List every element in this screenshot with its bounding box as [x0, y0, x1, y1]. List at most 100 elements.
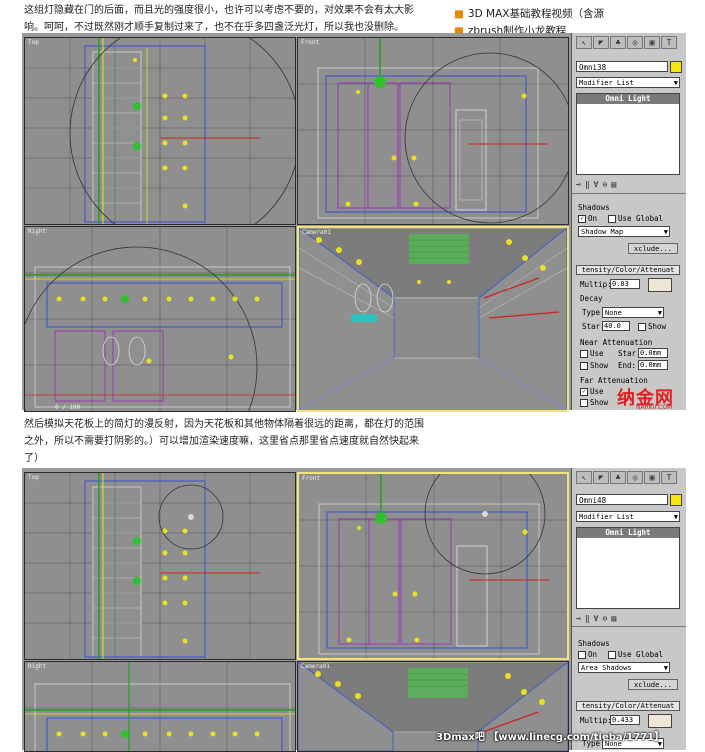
decay-type-dropdown[interactable]: None ▼: [602, 307, 664, 318]
near-use-checkbox[interactable]: Use: [580, 349, 604, 358]
stack-item[interactable]: Omni Light: [577, 94, 679, 104]
article-paragraph-2-line-1: 然后模拟天花板上的简灯的漫反射，因为天花板和其他物体隔着很远的距离，都在灯的范围: [24, 419, 424, 430]
object-color-swatch[interactable]: [670, 494, 682, 506]
article-paragraph-2-line-2: 之外，所以不需要打阴影的。）可以增加渲染速度嘛，这里省点那里省点速度就自然快起来: [24, 436, 419, 447]
object-name-field[interactable]: Omni48: [576, 494, 668, 505]
checkbox-icon: [580, 399, 588, 407]
intensity-rollout-header[interactable]: tensity/Color/Attenuat: [576, 701, 680, 711]
checkbox-checked-icon: ✓: [578, 215, 586, 223]
decay-group-label: Decay: [580, 294, 603, 303]
use-global-checkbox[interactable]: Use Global: [608, 650, 663, 659]
intensity-rollout-header[interactable]: tensity/Color/Attenuat: [576, 265, 680, 275]
multiplier-label: Multip:: [580, 280, 612, 289]
multiplier-input[interactable]: 0.03: [610, 279, 640, 289]
decay-type-label: Type: [582, 308, 601, 317]
shadows-group-label: Shadows: [578, 203, 610, 212]
checkbox-icon: [638, 323, 646, 331]
remove-modifier-icon[interactable]: ⊖: [602, 614, 607, 625]
far-show-checkbox[interactable]: Show: [580, 398, 608, 407]
create-tab-icon[interactable]: ↖: [576, 471, 592, 484]
stack-toolbar: ⊸ ‖ ∀ ⊖ ▤: [576, 180, 680, 191]
camera-view-drawing: [299, 228, 567, 410]
utilities-tab-icon[interactable]: T: [661, 36, 677, 49]
dropdown-arrow-icon: ▼: [673, 79, 678, 87]
near-start-input[interactable]: 0.0mm: [638, 348, 668, 358]
make-unique-icon[interactable]: ∀: [594, 180, 599, 191]
modifier-stack[interactable]: Omni Light: [576, 527, 680, 609]
sidebar-link-1[interactable]: ■ 3D MAX基础教程视频（含源: [454, 6, 604, 21]
show-end-result-icon[interactable]: ‖: [585, 614, 590, 625]
command-panel-tabs: ↖ ◤ ♣ ◎ ▣ T: [576, 471, 677, 485]
near-start-label: Star: [618, 349, 637, 358]
modify-tab-icon[interactable]: ◤: [593, 36, 609, 49]
shadow-type-dropdown[interactable]: Area Shadows ▼: [578, 662, 670, 673]
exclude-button[interactable]: xclude...: [628, 679, 678, 690]
motion-tab-icon[interactable]: ◎: [627, 471, 643, 484]
top-view-drawing: [25, 473, 295, 659]
viewport-label: Camera01: [301, 663, 330, 670]
shadows-on-checkbox[interactable]: ✓ On: [578, 214, 597, 223]
object-name-field[interactable]: Omni38: [576, 61, 668, 72]
decay-show-checkbox[interactable]: Show: [638, 322, 666, 331]
pin-stack-icon[interactable]: ⊸: [576, 180, 581, 191]
multiplier-input[interactable]: 0.433: [610, 715, 640, 725]
article-paragraph-2: 然后模拟天花板上的简灯的漫反射，因为天花板和其他物体隔着很远的距离，都在灯的范围…: [24, 416, 424, 467]
near-show-checkbox[interactable]: Show: [580, 361, 608, 370]
command-panel: ↖ ◤ ♣ ◎ ▣ T Omni38 Modifier List ▼ Omni L…: [571, 33, 686, 410]
stack-item[interactable]: Omni Light: [577, 528, 679, 538]
far-use-checkbox[interactable]: ✓ Use: [580, 387, 604, 396]
viewport-label: Front: [302, 475, 321, 482]
checkbox-icon: [580, 362, 588, 370]
viewport-label: Top: [28, 474, 39, 481]
viewport-right[interactable]: Right: [24, 661, 296, 752]
display-tab-icon[interactable]: ▣: [644, 471, 660, 484]
configure-sets-icon[interactable]: ▤: [611, 614, 616, 625]
article-paragraph-1-line-1: 这组灯隐藏在门的后面，而且光的强度很小，也许可以考虑不要的，对效果不会有太大影: [24, 5, 414, 16]
exclude-button[interactable]: xclude...: [628, 243, 678, 254]
front-view-drawing: [298, 38, 568, 224]
viewport-right[interactable]: Right 0 / 100: [24, 226, 296, 412]
motion-tab-icon[interactable]: ◎: [627, 36, 643, 49]
shadows-on-checkbox[interactable]: On: [578, 650, 597, 659]
shadows-group-label: Shadows: [578, 639, 610, 648]
top-view-drawing: [25, 38, 295, 224]
viewport-top[interactable]: Top: [24, 37, 296, 225]
display-tab-icon[interactable]: ▣: [644, 36, 660, 49]
viewport-camera[interactable]: Camera01: [297, 226, 569, 412]
pin-stack-icon[interactable]: ⊸: [576, 614, 581, 625]
configure-sets-icon[interactable]: ▤: [611, 180, 616, 191]
use-global-checkbox[interactable]: Use Global: [608, 214, 663, 223]
checkbox-icon: [578, 651, 586, 659]
light-color-swatch[interactable]: [648, 714, 672, 728]
modify-tab-icon[interactable]: ◤: [593, 471, 609, 484]
light-color-swatch[interactable]: [648, 278, 672, 292]
modifier-list-dropdown[interactable]: Modifier List ▼: [576, 511, 680, 522]
hierarchy-tab-icon[interactable]: ♣: [610, 471, 626, 484]
decay-start-input[interactable]: 40.0: [602, 321, 630, 331]
front-view-drawing: [299, 474, 567, 658]
bullet-icon: ■: [454, 25, 464, 33]
make-unique-icon[interactable]: ∀: [594, 614, 599, 625]
site-url-watermark: NARKII.COM: [636, 404, 673, 411]
sidebar-link-2[interactable]: ■ zbrush制作小龙教程: [454, 23, 566, 33]
viewport-label: Right: [28, 228, 47, 235]
viewport-top[interactable]: Top: [24, 472, 296, 660]
bullet-icon: ■: [454, 8, 464, 20]
panel-divider: [572, 193, 686, 194]
remove-modifier-icon[interactable]: ⊖: [602, 180, 607, 191]
utilities-tab-icon[interactable]: T: [661, 471, 677, 484]
modifier-list-dropdown[interactable]: Modifier List ▼: [576, 77, 680, 88]
modifier-stack[interactable]: Omni Light: [576, 93, 680, 175]
checkbox-icon: [608, 215, 616, 223]
object-color-swatch[interactable]: [670, 61, 682, 73]
right-view-drawing: [25, 662, 295, 751]
show-end-result-icon[interactable]: ‖: [585, 180, 590, 191]
decay-start-label: Star: [582, 322, 601, 331]
viewport-front[interactable]: Front: [297, 472, 569, 660]
create-tab-icon[interactable]: ↖: [576, 36, 592, 49]
hierarchy-tab-icon[interactable]: ♣: [610, 36, 626, 49]
near-end-input[interactable]: 0.0mm: [638, 360, 668, 370]
dropdown-arrow-icon: ▼: [663, 664, 668, 672]
viewport-front[interactable]: Front: [297, 37, 569, 225]
shadow-type-dropdown[interactable]: Shadow Map ▼: [578, 226, 670, 237]
